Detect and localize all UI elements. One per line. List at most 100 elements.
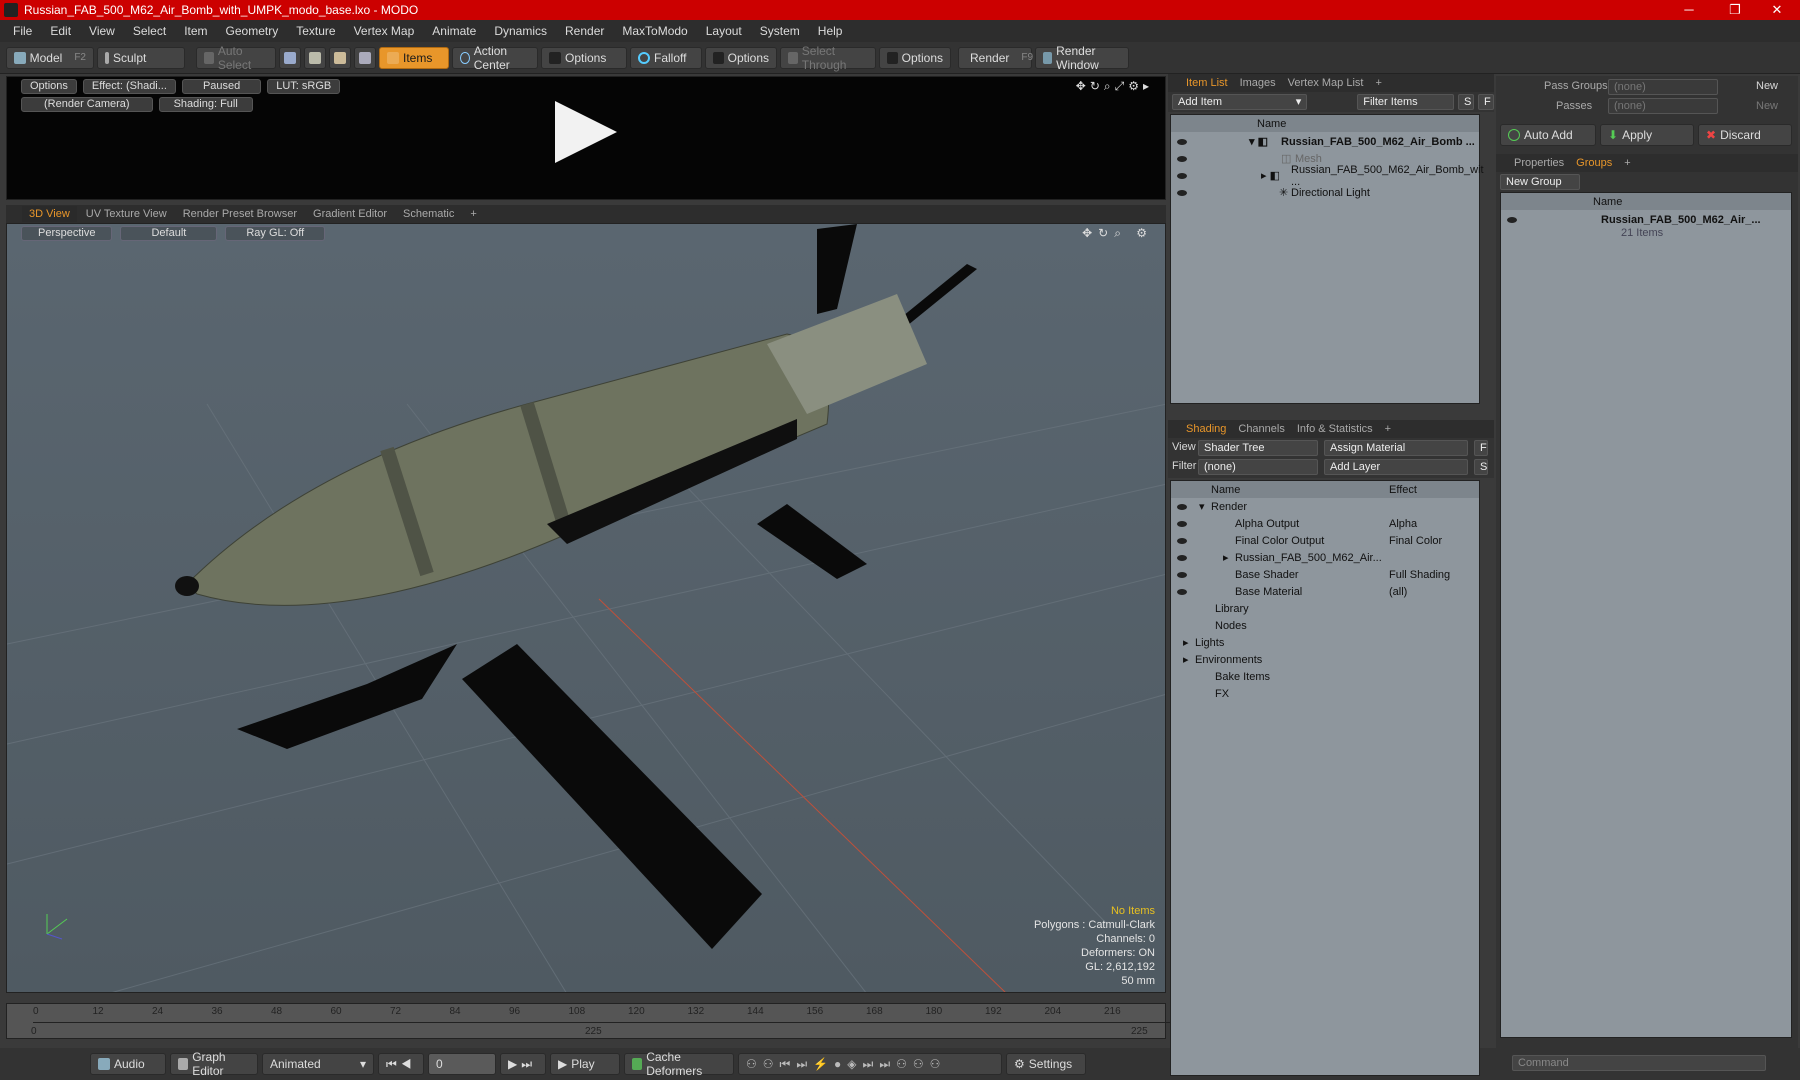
pass-groups-dropdown[interactable]: (none) [1608,79,1718,95]
maximize-button[interactable]: ❐ [1712,0,1758,20]
shader-tree-dropdown[interactable]: Shader Tree [1198,440,1318,456]
menu-geometry[interactable]: Geometry [217,24,288,38]
tree-row-light[interactable]: ✳ Directional Light [1171,184,1479,201]
animated-dropdown[interactable]: Animated ▾ [262,1053,374,1075]
preview-effect[interactable]: Effect: (Shadi... [82,79,176,94]
sculpt-button[interactable]: Sculpt [97,46,185,69]
key-tools-strip[interactable]: ⚇⚇⏮⏭⚡●◈⏭⏭⚇⚇⚇ [738,1053,1002,1075]
raygl-dropdown[interactable]: Ray GL: Off [225,226,326,241]
filter-f-button[interactable]: F [1478,94,1494,110]
preview-camera[interactable]: (Render Camera) [21,97,153,112]
tab-gradient-editor[interactable]: Gradient Editor [306,206,394,222]
shader-row[interactable]: FX [1171,685,1479,702]
shader-row-effect[interactable]: (all) [1389,586,1407,598]
eye-icon[interactable] [1177,138,1187,145]
tab-add-shading[interactable]: + [1379,423,1397,435]
shader-row-effect[interactable]: Final Color [1389,535,1442,547]
eye-icon[interactable] [1177,571,1187,578]
expand-arrow-icon[interactable]: ▾ [1199,500,1205,513]
play-button[interactable]: ▶ Play [550,1053,620,1075]
tab-add[interactable]: + [463,206,483,222]
model-button[interactable]: Model F2 [6,46,94,69]
shader-row[interactable]: Final Color Output Final Color [1171,532,1479,549]
minimize-button[interactable]: ─ [1666,0,1712,20]
expand-arrow-icon[interactable]: ▸ [1223,551,1229,564]
expand-arrow-icon[interactable]: ▸ [1183,653,1189,666]
render-button[interactable]: Render F9 [958,46,1033,69]
eye-icon[interactable] [1177,189,1187,196]
menu-item[interactable]: Item [175,24,216,38]
shader-row[interactable]: ▾ Render [1171,498,1479,515]
shader-row[interactable]: Base Shader Full Shading [1171,566,1479,583]
eye-icon[interactable] [1177,554,1187,561]
default-style-dropdown[interactable]: Default [120,226,218,241]
tab-add-itemlist[interactable]: + [1369,77,1387,89]
shader-row[interactable]: Nodes [1171,617,1479,634]
tab-info-statistics[interactable]: Info & Statistics [1291,423,1379,435]
auto-add-button[interactable]: Auto Add [1500,124,1596,146]
shader-row[interactable]: Library [1171,600,1479,617]
tab-item-list[interactable]: Item List [1168,77,1234,89]
falloff-button[interactable]: Falloff [630,46,702,69]
menu-dynamics[interactable]: Dynamics [485,24,556,38]
preview-paused[interactable]: Paused [181,79,262,94]
tree-row-group[interactable]: ▸ ◧ Russian_FAB_500_M62_Air_Bomb_wit ... [1171,164,1484,188]
menu-select[interactable]: Select [124,24,175,38]
preview-nav-icons[interactable]: ✥↻⌕⤢⚙▸ [1076,79,1153,94]
tab-add-groups[interactable]: + [1618,157,1636,169]
frame-input[interactable]: 0 [428,1053,496,1075]
add-layer-dropdown[interactable]: Add Layer [1324,459,1468,475]
audio-button[interactable]: Audio [90,1053,166,1075]
shader-row-effect[interactable]: Alpha [1389,518,1417,530]
tab-images[interactable]: Images [1234,77,1282,89]
tab-schematic[interactable]: Schematic [396,206,461,222]
shader-row[interactable]: Bake Items [1171,668,1479,685]
perspective-dropdown[interactable]: Perspective [21,226,113,241]
tab-properties[interactable]: Properties [1496,157,1570,169]
preview-lut[interactable]: LUT: sRGB [267,79,341,94]
edges-mode-button[interactable] [304,46,326,69]
eye-icon[interactable] [1177,537,1187,544]
action-center-button[interactable]: Action Center [452,44,538,72]
discard-button[interactable]: ✖ Discard [1698,124,1792,146]
menu-help[interactable]: Help [809,24,852,38]
menu-layout[interactable]: Layout [697,24,751,38]
menu-render[interactable]: Render [556,24,613,38]
passes-dropdown[interactable]: (none) [1608,98,1718,114]
new-pass-group-button[interactable]: New [1756,80,1778,92]
new-group-button[interactable]: New Group [1500,174,1580,190]
items-mode-button[interactable]: Items [379,46,449,69]
select-through-button[interactable]: Select Through [780,44,876,72]
shading-filter-dropdown[interactable]: (none) [1198,459,1318,475]
preview-shading[interactable]: Shading: Full [158,97,253,112]
shader-row[interactable]: ▸ Environments [1171,651,1479,668]
tree-row-scene[interactable]: ▾ ◧ Russian_FAB_500_M62_Air_Bomb ... [1171,133,1479,150]
filter-s-button[interactable]: S [1458,94,1474,110]
transport-forward-buttons[interactable]: ▶⏭ [500,1053,546,1075]
menu-texture[interactable]: Texture [287,24,344,38]
preview-options[interactable]: Options [21,79,77,94]
eye-icon[interactable] [1177,503,1187,510]
eye-icon[interactable] [1177,520,1187,527]
render-window-button[interactable]: Render Window [1035,44,1129,72]
menu-view[interactable]: View [80,24,124,38]
shader-row-effect[interactable]: Full Shading [1389,569,1450,581]
select-through-options-button[interactable]: Options [879,46,951,69]
menu-vertex-map[interactable]: Vertex Map [345,24,424,38]
play-icon[interactable] [555,101,617,163]
menu-animate[interactable]: Animate [423,24,485,38]
tab-uv-texture-view[interactable]: UV Texture View [79,206,174,222]
polygons-mode-button[interactable] [329,46,351,69]
shader-row[interactable]: Alpha Output Alpha [1171,515,1479,532]
transport-back-buttons[interactable]: ⏮◀ [378,1053,424,1075]
graph-editor-button[interactable]: Graph Editor [170,1050,258,1078]
close-button[interactable]: ✕ [1754,0,1800,20]
settings-button[interactable]: ⚙ Settings [1006,1053,1086,1075]
eye-icon[interactable] [1177,155,1187,162]
filter-items-field[interactable]: Filter Items [1357,94,1454,110]
command-input[interactable]: Command [1512,1055,1766,1071]
materials-mode-button[interactable] [354,46,376,69]
falloff-options-button[interactable]: Options [705,46,777,69]
new-pass-button[interactable]: New [1756,100,1778,112]
expand-arrow-icon[interactable]: ▸ [1183,636,1189,649]
